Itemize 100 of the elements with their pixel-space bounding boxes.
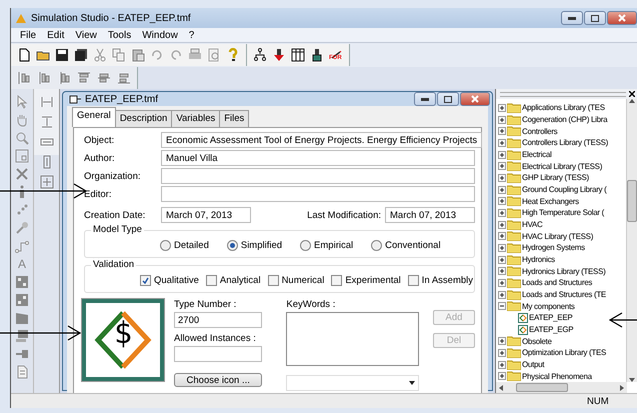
expand-icon[interactable] bbox=[498, 208, 506, 217]
checkbox-option[interactable]: Analytical bbox=[206, 274, 261, 286]
tree-item[interactable]: Hydrogen Systems bbox=[498, 242, 626, 254]
menu-item[interactable]: ? bbox=[188, 30, 196, 40]
expand-icon[interactable] bbox=[498, 116, 506, 124]
expand-icon[interactable] bbox=[498, 372, 506, 380]
scrollbar[interactable] bbox=[626, 99, 637, 382]
save-all-icon[interactable] bbox=[74, 48, 88, 62]
tree-item[interactable]: Output bbox=[498, 358, 626, 370]
tree-item[interactable]: Electrical Library (TESS) bbox=[498, 160, 626, 172]
input-field[interactable] bbox=[174, 346, 262, 362]
down-arrow-icon[interactable] bbox=[272, 48, 286, 62]
tree-item[interactable]: GHP Library (TESS) bbox=[498, 172, 626, 184]
down-arrow-icon[interactable] bbox=[629, 378, 635, 382]
expand-icon[interactable] bbox=[498, 186, 506, 194]
radio-option[interactable]: Conventional bbox=[371, 240, 441, 250]
expand-icon[interactable] bbox=[498, 138, 506, 147]
date-field[interactable]: March 07, 2013 bbox=[161, 207, 251, 223]
tree-item[interactable]: Hydronics bbox=[498, 254, 626, 266]
minimize-button[interactable] bbox=[561, 11, 583, 25]
minimize-button[interactable] bbox=[414, 92, 436, 106]
new-file-icon[interactable] bbox=[17, 48, 31, 62]
expand-icon[interactable] bbox=[498, 150, 506, 159]
expand-icon[interactable] bbox=[498, 348, 506, 357]
expand-icon[interactable] bbox=[498, 290, 506, 299]
checkbox-option[interactable]: Experimental bbox=[331, 274, 401, 286]
expand-icon[interactable] bbox=[498, 337, 506, 346]
monitor-icon[interactable] bbox=[15, 329, 29, 343]
tree-item[interactable]: Physical Phenomena bbox=[498, 370, 626, 382]
align-top-icon[interactable] bbox=[17, 71, 31, 85]
close-button[interactable] bbox=[460, 92, 490, 106]
left-arrow-icon[interactable] bbox=[499, 384, 503, 390]
ink-bottle-icon[interactable] bbox=[310, 48, 324, 62]
close-icon[interactable] bbox=[629, 91, 635, 97]
input-field[interactable]: 2700 bbox=[174, 312, 262, 328]
choose-icon-button[interactable]: Choose icon ... bbox=[174, 373, 262, 387]
expand-both-icon[interactable] bbox=[40, 175, 54, 189]
tree-item[interactable]: Loads and Structures bbox=[498, 277, 626, 289]
table-icon[interactable] bbox=[291, 48, 305, 62]
input-field[interactable] bbox=[161, 168, 475, 184]
align-center-icon[interactable] bbox=[97, 71, 111, 85]
tree-item[interactable]: HVAC bbox=[498, 218, 626, 230]
keywords-field[interactable] bbox=[286, 312, 419, 366]
expand-icon[interactable] bbox=[498, 104, 506, 112]
tree-item[interactable]: Loads and Structures (TE bbox=[498, 288, 626, 300]
tree-item[interactable]: High Temperature Solar ( bbox=[498, 207, 626, 219]
expand-icon[interactable] bbox=[498, 278, 506, 287]
align-middle-icon[interactable] bbox=[37, 71, 51, 85]
scroll-thumb[interactable] bbox=[516, 383, 568, 392]
tab[interactable]: General bbox=[72, 107, 116, 127]
tree-item[interactable]: Applications Library (TES bbox=[498, 102, 626, 114]
expand-icon[interactable] bbox=[498, 244, 506, 252]
expand-icon[interactable] bbox=[498, 127, 506, 136]
print-preview-icon[interactable] bbox=[207, 48, 221, 62]
fit-height-icon[interactable] bbox=[40, 115, 54, 129]
expand-icon[interactable] bbox=[498, 162, 506, 170]
align-left-icon[interactable] bbox=[77, 71, 91, 85]
help-icon[interactable] bbox=[226, 48, 240, 62]
paste-icon[interactable] bbox=[131, 48, 145, 62]
tab[interactable]: Files bbox=[219, 110, 250, 127]
fit-width-icon[interactable] bbox=[40, 95, 54, 109]
tree-item[interactable]: My components bbox=[498, 300, 626, 312]
copy-icon[interactable] bbox=[112, 48, 126, 62]
expand-icon[interactable] bbox=[498, 256, 506, 264]
menu-item[interactable]: File bbox=[19, 30, 38, 40]
tab[interactable]: Variables bbox=[171, 110, 220, 127]
checkbox-option[interactable]: In Assembly bbox=[408, 274, 473, 286]
tree-item[interactable]: EATEP_EGP bbox=[498, 324, 626, 336]
expand-icon[interactable] bbox=[498, 267, 506, 276]
tree-item[interactable]: HVAC Library (TESS) bbox=[498, 230, 626, 242]
grid-icon[interactable] bbox=[15, 275, 29, 289]
checkbox-option[interactable]: Numerical bbox=[268, 274, 324, 286]
grid-icon[interactable] bbox=[15, 293, 29, 307]
tree-item[interactable]: Ground Coupling Library ( bbox=[498, 184, 626, 196]
radio-option[interactable]: Empirical bbox=[300, 240, 354, 250]
right-arrow-icon[interactable] bbox=[620, 384, 624, 390]
tree-item[interactable]: Electrical bbox=[498, 148, 626, 160]
dots-icon[interactable] bbox=[15, 203, 29, 217]
radio-option[interactable]: Detailed bbox=[160, 240, 209, 250]
menu-item[interactable]: Window bbox=[141, 30, 179, 40]
up-arrow-icon[interactable] bbox=[629, 99, 635, 103]
restore-button[interactable] bbox=[437, 92, 459, 106]
tree-item[interactable]: EATEP_EEP bbox=[498, 312, 626, 324]
scrollbar[interactable] bbox=[496, 382, 627, 393]
collapse-icon[interactable] bbox=[498, 302, 506, 310]
tree-item[interactable]: Hydronics Library (TESS) bbox=[498, 265, 626, 278]
expand-icon[interactable] bbox=[498, 360, 506, 369]
scroll-thumb[interactable] bbox=[627, 180, 637, 222]
expand-icon[interactable] bbox=[498, 174, 506, 182]
expand-icon[interactable] bbox=[498, 197, 506, 206]
radio-option[interactable]: Simplified bbox=[226, 240, 282, 250]
tree-item[interactable]: Heat Exchangers bbox=[498, 195, 626, 208]
align-right-icon[interactable] bbox=[117, 71, 131, 85]
tree-item[interactable]: Optimization Library (TES bbox=[498, 347, 626, 359]
input-field[interactable]: Manuel Villa bbox=[161, 150, 475, 166]
date-field[interactable]: March 07, 2013 bbox=[385, 207, 475, 223]
tree-item[interactable]: Controllers Library (TESS) bbox=[498, 137, 626, 149]
tree-item[interactable]: Cogeneration (CHP) Libra bbox=[498, 114, 626, 126]
printer-icon[interactable] bbox=[188, 48, 202, 62]
input-field[interactable] bbox=[161, 186, 475, 202]
